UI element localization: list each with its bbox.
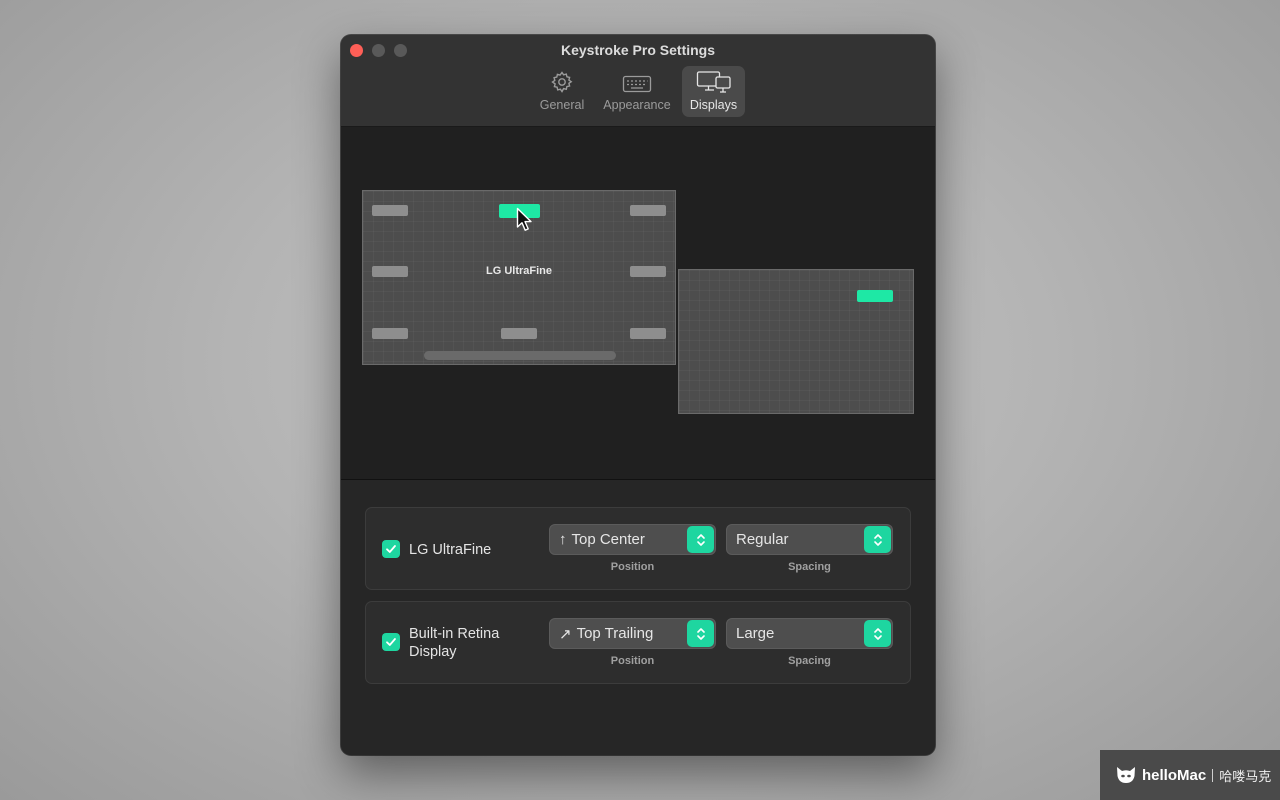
position-value: Top Trailing	[576, 625, 654, 642]
display-lg-ultrafine[interactable]: LG UltraFine	[362, 190, 676, 365]
watermark: helloMac 哈喽马克	[1100, 750, 1280, 800]
spacing-value: Regular	[736, 531, 789, 548]
chevron-up-down-icon	[687, 620, 714, 647]
list-item: Built-in Retina Display ↗ Top Trailing P…	[365, 601, 911, 684]
pointer-cursor-icon	[516, 207, 532, 231]
enable-lg-ultrafine-checkbox[interactable]	[382, 540, 400, 558]
slot-top-right[interactable]	[630, 205, 666, 216]
tab-displays[interactable]: Displays	[682, 66, 745, 117]
enable-built-in-display-checkbox[interactable]	[382, 633, 400, 651]
position-select[interactable]: ↗ Top Trailing	[549, 618, 716, 649]
slot-bottom-left[interactable]	[372, 328, 408, 339]
spacing-caption: Spacing	[788, 655, 831, 667]
display-arrangement-area: LG UltraFine	[341, 127, 935, 480]
tab-general[interactable]: General	[534, 66, 590, 117]
tab-displays-label: Displays	[689, 98, 738, 112]
slot-top-right[interactable]	[857, 290, 893, 302]
slot-bottom-right[interactable]	[630, 328, 666, 339]
watermark-cn: 哈喽马克	[1219, 768, 1272, 784]
chevron-up-down-icon	[864, 620, 891, 647]
tab-general-label: General	[539, 98, 585, 112]
display-built-in-retina[interactable]	[678, 269, 914, 414]
watermark-brand: helloMac	[1142, 766, 1207, 784]
display-name-label: LG UltraFine	[485, 265, 552, 277]
spacing-select[interactable]: Regular	[726, 524, 893, 555]
watermark-divider	[1212, 768, 1214, 782]
checkmark-icon	[386, 638, 396, 646]
list-item: LG UltraFine ↑ Top Center Position Regul…	[365, 507, 911, 590]
spacing-select[interactable]: Large	[726, 618, 893, 649]
position-select[interactable]: ↑ Top Center	[549, 524, 716, 555]
tab-appearance-label: Appearance	[603, 98, 671, 112]
window-title: Keystroke Pro Settings	[560, 42, 716, 58]
dock-bar	[424, 351, 616, 360]
arrow-up-right-icon: ↗	[559, 625, 572, 643]
settings-window: Keystroke Pro Settings General Appearanc…	[341, 35, 935, 755]
spacing-value: Large	[736, 625, 775, 642]
chevron-up-down-icon	[864, 526, 891, 553]
gear-icon	[551, 71, 573, 93]
position-value: Top Center	[571, 531, 645, 548]
chevron-up-down-icon	[687, 526, 714, 553]
displays-icon	[696, 71, 731, 93]
position-caption: Position	[610, 561, 655, 573]
spacing-caption: Spacing	[788, 561, 831, 573]
display-label: Built-in Retina Display	[409, 626, 500, 660]
keyboard-icon	[622, 75, 652, 93]
arrow-up-icon: ↑	[559, 531, 567, 548]
checkmark-icon	[386, 545, 396, 553]
cat-logo-icon	[1117, 767, 1135, 783]
slot-bottom-center[interactable]	[501, 328, 537, 339]
display-settings-list: LG UltraFine ↑ Top Center Position Regul…	[341, 480, 935, 755]
display-label: LG UltraFine	[409, 542, 492, 558]
position-caption: Position	[610, 655, 655, 667]
tab-appearance[interactable]: Appearance	[598, 66, 676, 117]
slot-top-left[interactable]	[372, 205, 408, 216]
toolbar: Keystroke Pro Settings General Appearanc…	[341, 35, 935, 127]
